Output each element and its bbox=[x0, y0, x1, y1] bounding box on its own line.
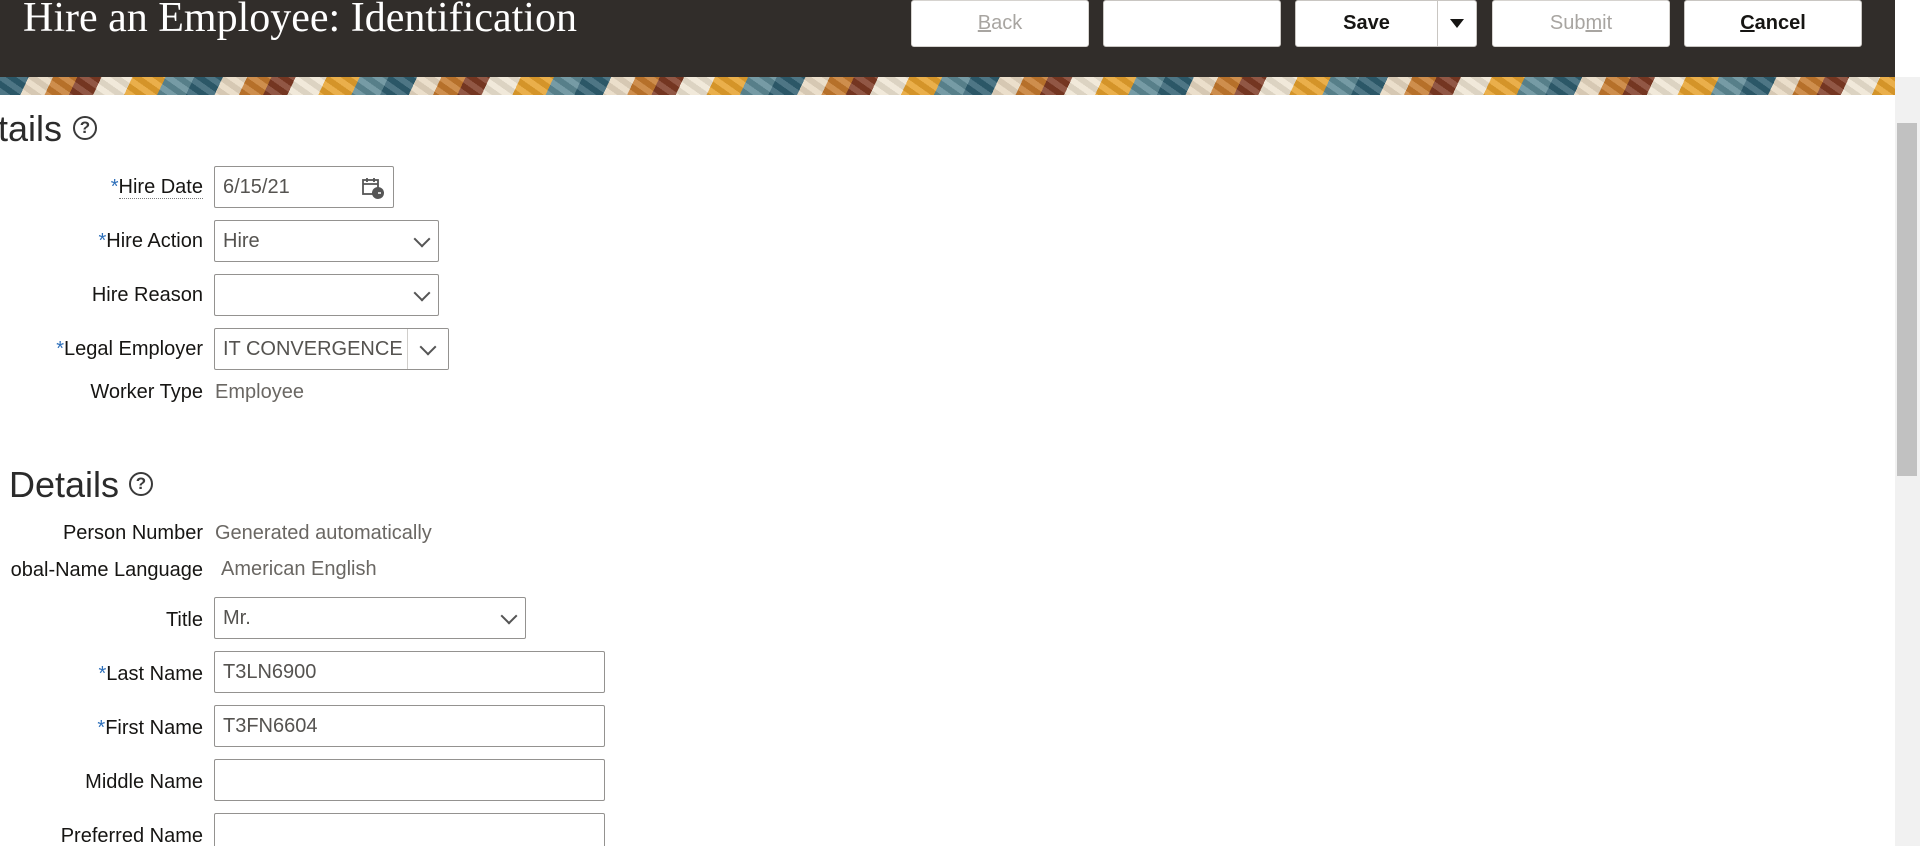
legal-employer-dropdown-button[interactable] bbox=[407, 329, 448, 369]
submit-button-label-post: it bbox=[1602, 12, 1613, 34]
first-name-label: *First Name bbox=[97, 717, 203, 740]
title-value: Mr. bbox=[223, 606, 251, 629]
worker-type-label: Worker Type bbox=[90, 381, 203, 403]
hire-action-label-text: Hire Action bbox=[106, 230, 203, 252]
person-number-value: Generated automatically bbox=[215, 522, 432, 544]
title-label: Title bbox=[165, 609, 203, 631]
chevron-down-icon bbox=[413, 284, 431, 302]
back-button-label-post: ack bbox=[991, 12, 1023, 34]
hire-action-value: Hire bbox=[223, 229, 260, 252]
chevron-down-icon bbox=[500, 607, 518, 625]
hire-action-select[interactable]: Hire bbox=[214, 220, 439, 262]
global-name-language-label: obal-Name Language bbox=[10, 559, 203, 581]
scrollbar-thumb[interactable] bbox=[1897, 123, 1917, 476]
section-title-when-and-why: tails bbox=[0, 108, 63, 149]
page-header: Hire an Employee: Identification Back Sa… bbox=[0, 0, 1895, 77]
last-name-label: *Last Name bbox=[98, 663, 203, 686]
chevron-down-icon bbox=[413, 230, 431, 248]
submit-button-label-pre: Sub bbox=[1549, 12, 1586, 34]
help-icon[interactable]: ? bbox=[73, 116, 97, 140]
back-button-label-accesskey: B bbox=[977, 12, 992, 34]
title-select[interactable]: Mr. bbox=[214, 597, 526, 639]
global-name-language-value: American English bbox=[221, 558, 377, 580]
hire-date-label: *Hire Date bbox=[111, 176, 203, 199]
person-number-label: Person Number bbox=[62, 522, 203, 544]
first-name-label-text: First Name bbox=[105, 717, 203, 739]
help-icon[interactable]: ? bbox=[129, 472, 153, 496]
required-marker: * bbox=[110, 176, 119, 198]
hire-date-input[interactable]: 6/15/21 bbox=[214, 166, 394, 208]
first-name-input[interactable]: T3FN6604 bbox=[214, 705, 605, 747]
hire-reason-label: Hire Reason bbox=[91, 284, 203, 306]
caret-down-icon bbox=[1450, 19, 1464, 28]
back-button[interactable]: Back bbox=[911, 0, 1089, 47]
cancel-button-label-accesskey: C bbox=[1740, 12, 1755, 34]
chevron-down-icon bbox=[419, 338, 437, 356]
middle-name-label: Middle Name bbox=[85, 771, 203, 793]
cancel-button-label-post: ancel bbox=[1754, 12, 1806, 34]
legal-employer-label-text: Legal Employer bbox=[64, 338, 203, 360]
next-button[interactable] bbox=[1103, 0, 1281, 47]
legal-employer-label: *Legal Employer bbox=[56, 338, 203, 361]
cancel-button[interactable]: Cancel bbox=[1684, 0, 1862, 47]
calendar-icon[interactable] bbox=[361, 176, 385, 200]
submit-button[interactable]: Sub m it bbox=[1492, 0, 1670, 47]
legal-employer-value: IT CONVERGENCE bbox=[223, 337, 403, 360]
page-title: Hire an Employee: Identification bbox=[23, 0, 577, 41]
submit-button-label-accesskey: m bbox=[1585, 12, 1603, 34]
save-button[interactable]: Save bbox=[1295, 0, 1438, 47]
preferred-name-label: Preferred Name bbox=[60, 825, 203, 846]
page: Hire an Employee: Identification Back Sa… bbox=[0, 0, 1920, 846]
hire-action-label: *Hire Action bbox=[98, 230, 203, 253]
hire-date-value: 6/15/21 bbox=[223, 175, 290, 198]
decorative-banner-overlay bbox=[0, 77, 1895, 95]
hire-reason-select[interactable] bbox=[214, 274, 439, 316]
hire-date-label-text: Hire Date bbox=[118, 176, 203, 199]
section-title-personal-details: Details bbox=[9, 464, 120, 505]
last-name-label-text: Last Name bbox=[106, 663, 203, 685]
required-marker: * bbox=[56, 338, 65, 360]
worker-type-value: Employee bbox=[215, 381, 304, 403]
last-name-input[interactable]: T3LN6900 bbox=[214, 651, 605, 693]
middle-name-input[interactable] bbox=[214, 759, 605, 801]
save-menu-button[interactable] bbox=[1437, 0, 1477, 47]
legal-employer-select[interactable]: IT CONVERGENCE bbox=[214, 328, 449, 370]
preferred-name-input[interactable] bbox=[214, 813, 605, 846]
